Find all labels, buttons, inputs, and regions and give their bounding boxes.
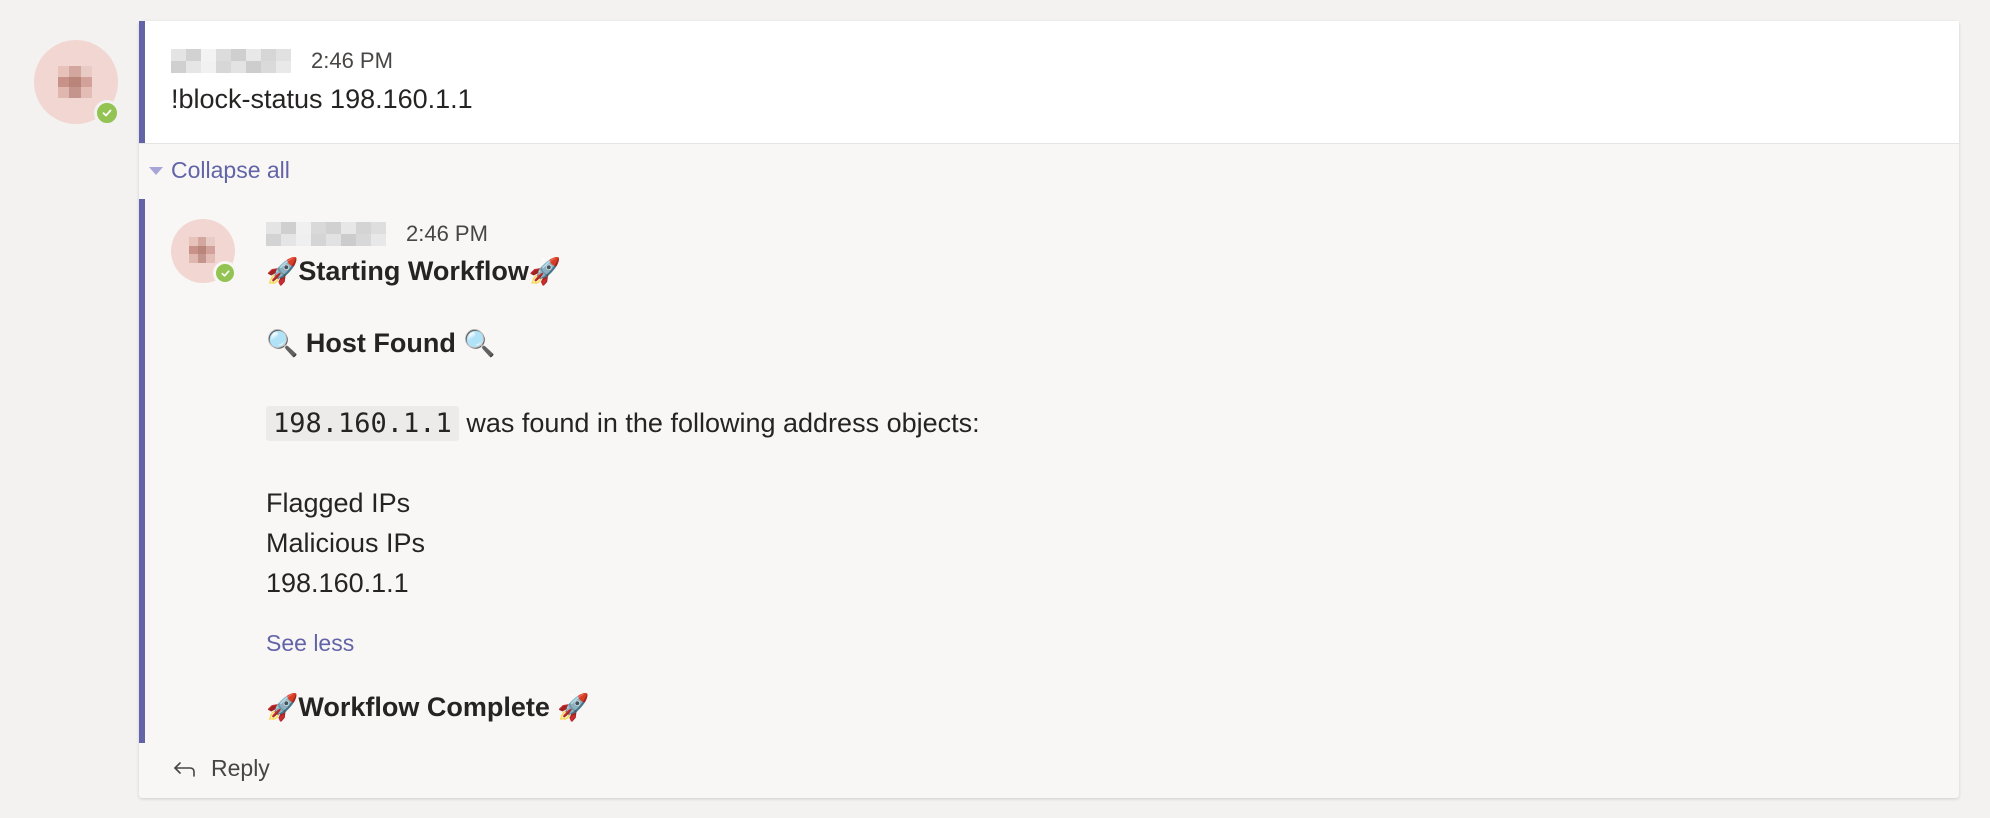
magnifier-icon: 🔍 xyxy=(266,329,299,359)
reply-timestamp: 2:46 PM xyxy=(406,221,488,246)
found-statement: 198.160.1.1 was found in the following a… xyxy=(266,403,980,444)
reply-arrow-icon xyxy=(174,761,195,777)
accent-bar xyxy=(139,21,145,143)
sender-name-redacted xyxy=(171,49,291,73)
heading-text: Workflow Complete xyxy=(298,692,558,722)
host-found-heading: 🔍 Host Found 🔍 xyxy=(266,323,496,364)
reply-label: Reply xyxy=(211,755,270,781)
rocket-icon: 🚀 xyxy=(528,257,562,287)
rocket-icon: 🚀 xyxy=(266,257,299,287)
message-timestamp: 2:46 PM xyxy=(311,48,393,73)
presence-available-icon xyxy=(94,100,120,126)
message-card: 2:46 PM !block-status 198.160.1.1 Collap… xyxy=(139,21,1959,798)
magnifier-icon: 🔍 xyxy=(463,329,496,359)
rocket-icon: 🚀 xyxy=(266,693,299,723)
heading-text: Starting Workflow xyxy=(298,256,529,286)
collapse-all-label: Collapse all xyxy=(171,157,290,183)
accent-bar xyxy=(139,199,145,743)
message-text: !block-status 198.160.1.1 xyxy=(171,84,473,114)
conversation-thread: 2:46 PM !block-status 198.160.1.1 Collap… xyxy=(0,0,1990,818)
see-less-link[interactable]: See less xyxy=(266,623,354,663)
address-object-item: Flagged IPs xyxy=(266,488,411,518)
sender-avatar[interactable] xyxy=(34,40,120,126)
message-header: 2:46 PM xyxy=(171,48,393,74)
reply-button[interactable]: Reply xyxy=(171,755,270,782)
avatar-image-pixelated xyxy=(58,66,92,98)
root-message[interactable]: 2:46 PM !block-status 198.160.1.1 xyxy=(139,21,1959,144)
reply-message[interactable]: 2:46 PM 🚀Starting Workflow🚀 🔍 Host Found… xyxy=(139,199,1959,743)
presence-available-icon xyxy=(213,261,237,285)
address-object-item: 198.160.1.1 xyxy=(266,568,409,598)
rocket-icon: 🚀 xyxy=(557,693,590,723)
found-text: was found in the following address objec… xyxy=(458,408,980,438)
sender-name-redacted xyxy=(266,222,386,246)
chevron-down-icon xyxy=(149,166,163,175)
starting-workflow-heading: 🚀Starting Workflow🚀 xyxy=(266,251,561,292)
reply-header: 2:46 PM xyxy=(266,221,488,247)
heading-text: Host Found xyxy=(305,328,456,358)
ip-code: 198.160.1.1 xyxy=(266,406,459,441)
collapse-all-button[interactable]: Collapse all xyxy=(149,157,290,184)
bot-avatar[interactable] xyxy=(171,219,237,285)
avatar-image-pixelated xyxy=(189,237,215,263)
workflow-complete-heading: 🚀Workflow Complete 🚀 xyxy=(266,687,590,728)
address-object-item: Malicious IPs xyxy=(266,528,426,558)
